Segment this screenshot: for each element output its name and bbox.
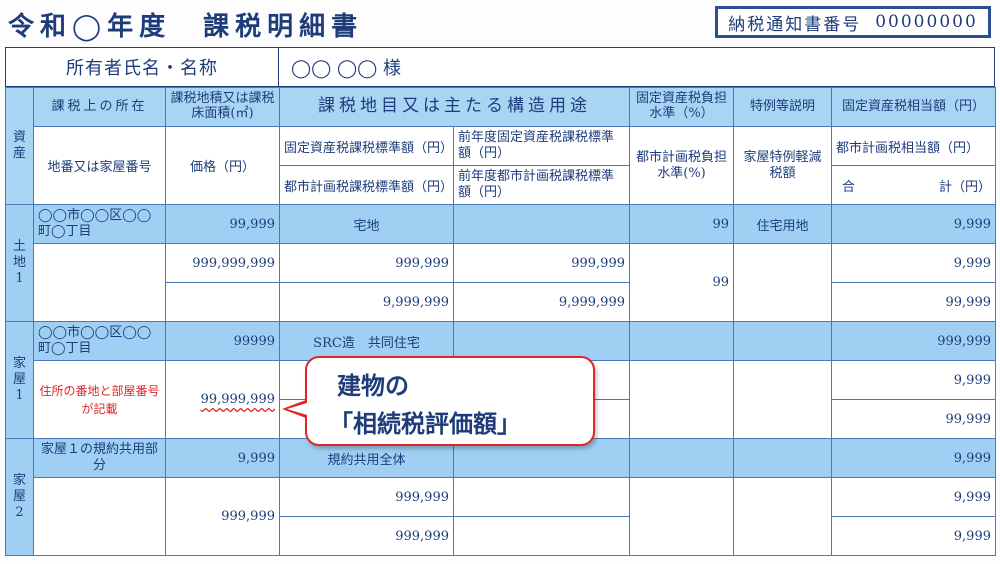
notice-label: 納税通知書番号 xyxy=(728,14,862,35)
house2-std-fixed: 999,999 xyxy=(279,477,454,517)
area-header: 課税地積又は課税床面積(㎡) xyxy=(165,87,280,127)
land1-special: 住宅用地 xyxy=(733,204,832,244)
house2-std-city: 999,999 xyxy=(279,516,454,556)
std-city-header: 都市計画税課税標準額（円） xyxy=(279,165,454,205)
land1-price-blank xyxy=(165,282,280,322)
burden-header: 固定資産税負担水準（%） xyxy=(629,87,734,127)
house2-area: 9,999 xyxy=(165,438,280,478)
house1-total: 99,999 xyxy=(831,399,996,439)
house1-price: 99,999,999 xyxy=(165,360,280,439)
asset-header: 資産 xyxy=(5,87,34,205)
land1-city-tax: 9,999 xyxy=(831,243,996,283)
house1-city-tax: 9,999 xyxy=(831,360,996,400)
house2-tax: 9,999 xyxy=(831,438,996,478)
house2-burden xyxy=(629,438,734,478)
price-header: 価格（円） xyxy=(165,126,280,205)
land1-area: 99,999 xyxy=(165,204,280,244)
owner-label: 所有者氏名・名称 xyxy=(6,48,279,86)
house1-burden xyxy=(629,321,734,361)
city-burden-header: 都市計画税負担水準(%) xyxy=(629,126,734,205)
house1-blank xyxy=(453,321,630,361)
house2-special xyxy=(733,438,832,478)
house2-lot xyxy=(33,477,166,556)
location-header: 課税上の所在 xyxy=(33,87,166,127)
land1-price: 999,999,999 xyxy=(165,243,280,283)
std-fixed-header: 固定資産税課税標準額（円） xyxy=(279,126,454,166)
page-title: 令和◯年度 課税明細書 xyxy=(8,12,364,42)
house2-total: 9,999 xyxy=(831,516,996,556)
total-header: 合計（円） xyxy=(831,165,996,205)
house1-house-special xyxy=(733,360,832,439)
house1-location: ◯◯市◯◯区◯◯町◯丁目 xyxy=(33,321,166,361)
house2-city-tax: 9,999 xyxy=(831,477,996,517)
land1-blank xyxy=(453,204,630,244)
house2-prev-std-fixed xyxy=(453,477,630,517)
callout-box: 建物の 「相続税評価額」 xyxy=(305,356,595,446)
tax-equiv-header: 固定資産税相当額（円） xyxy=(831,87,996,127)
owner-row: 所有者氏名・名称 ◯◯ ◯◯ 様 xyxy=(5,47,995,87)
callout-pointer-inner xyxy=(287,403,307,415)
land1-group: 土地1 xyxy=(5,204,34,322)
tax-detail-table: 資産 課税上の所在 課税地積又は課税床面積(㎡) 課税地目又は主たる構造用途 固… xyxy=(5,87,996,556)
land1-city-burden: 99 xyxy=(629,243,734,322)
house2-city-burden xyxy=(629,477,734,556)
house1-area: 99999 xyxy=(165,321,280,361)
land1-house-special xyxy=(733,243,832,322)
land1-std-city: 9,999,999 xyxy=(279,282,454,322)
house1-special xyxy=(733,321,832,361)
land1-location: ◯◯市◯◯区◯◯町◯丁目 xyxy=(33,204,166,244)
house2-prev-std-city xyxy=(453,516,630,556)
land1-purpose: 宅地 xyxy=(279,204,454,244)
notice-number: 00000000 xyxy=(875,12,978,32)
land1-total: 99,999 xyxy=(831,282,996,322)
land1-prev-std-city: 9,999,999 xyxy=(453,282,630,322)
land1-tax: 9,999 xyxy=(831,204,996,244)
callout-line2: 「相続税評価額」 xyxy=(329,410,521,438)
land1-lot xyxy=(33,243,166,322)
house-special-header: 家屋特例軽減税額 xyxy=(733,126,832,205)
house1-lot-note: 住所の番地と部屋番号が記載 xyxy=(33,360,166,439)
house2-house-special xyxy=(733,477,832,556)
prev-std-city-header: 前年度都市計画税課税標準額（円） xyxy=(453,165,630,205)
special-header: 特例等説明 xyxy=(733,87,832,127)
house2-location: 家屋１の規約共用部分 xyxy=(33,438,166,478)
callout-line1: 建物の xyxy=(337,372,409,400)
notice-number-box: 納税通知書番号 00000000 xyxy=(715,6,991,38)
house2-price: 999,999 xyxy=(165,477,280,556)
house1-tax: 999,999 xyxy=(831,321,996,361)
prev-std-fixed-header: 前年度固定資産税課税標準額（円） xyxy=(453,126,630,166)
house1-purpose: SRC造 共同住宅 xyxy=(279,321,454,361)
lot-header: 地番又は家屋番号 xyxy=(33,126,166,205)
land1-std-fixed: 999,999 xyxy=(279,243,454,283)
house1-city-burden xyxy=(629,360,734,439)
land1-prev-std-fixed: 999,999 xyxy=(453,243,630,283)
house2-group: 家屋2 xyxy=(5,438,34,556)
land1-burden: 99 xyxy=(629,204,734,244)
purpose-header: 課税地目又は主たる構造用途 xyxy=(279,87,630,127)
city-equiv-header: 都市計画税相当額（円） xyxy=(831,126,996,166)
owner-name: ◯◯ ◯◯ 様 xyxy=(291,58,402,79)
house1-group: 家屋1 xyxy=(5,321,34,439)
